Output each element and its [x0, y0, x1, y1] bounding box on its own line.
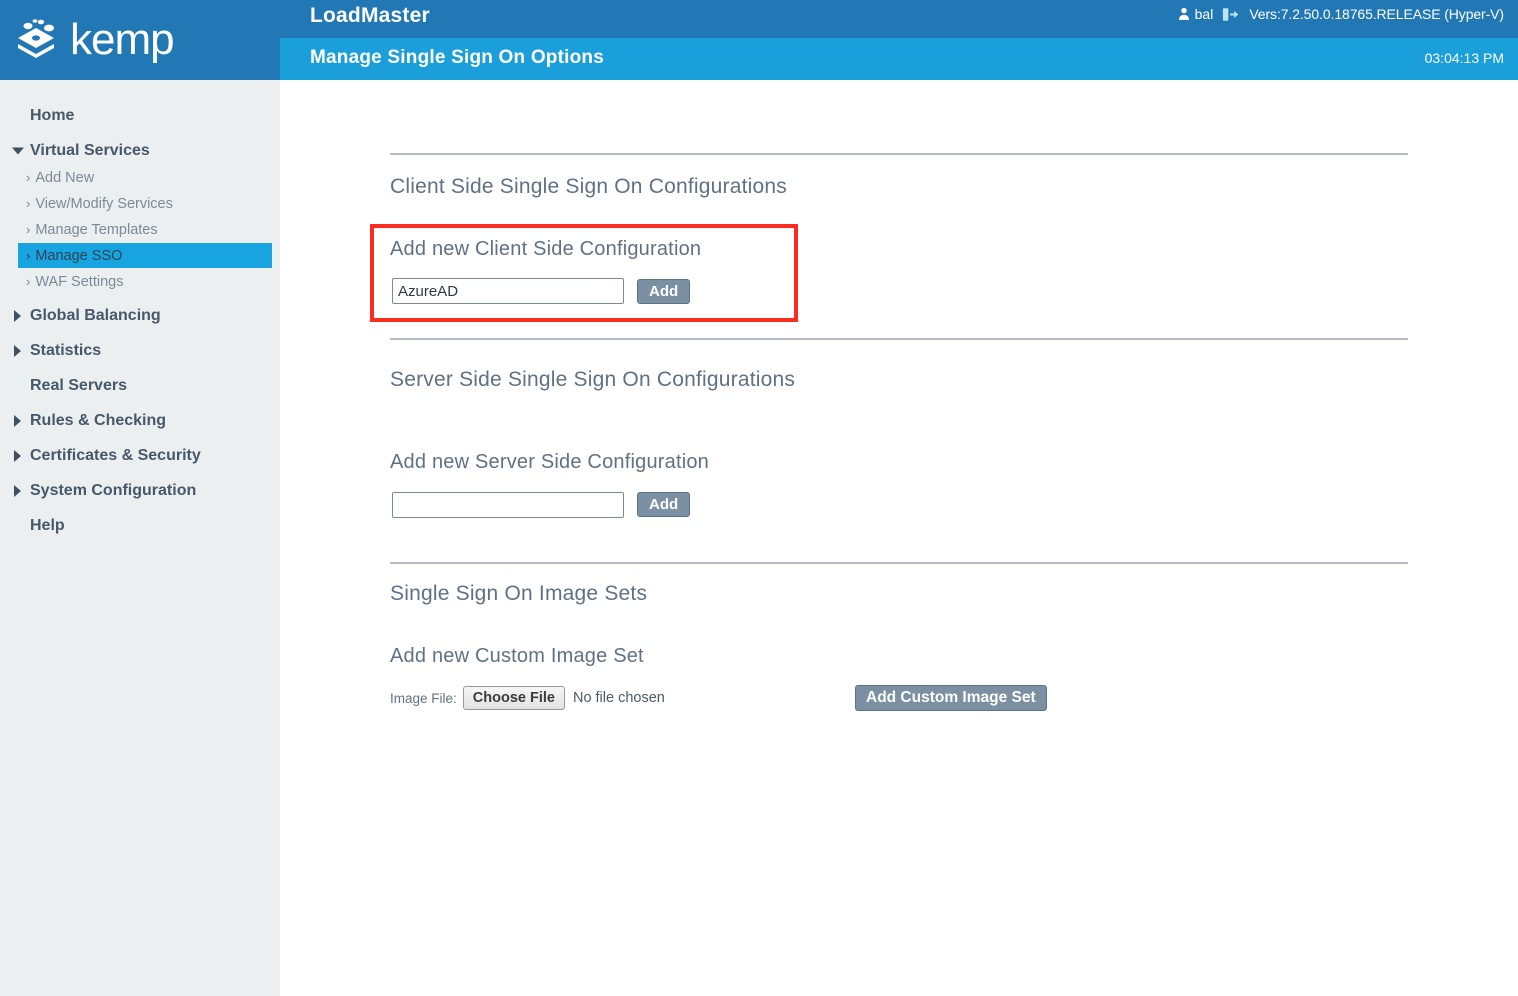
user-chip[interactable]: bal [1178, 6, 1214, 22]
chevron-right-icon [14, 415, 21, 427]
sidebar-item-label: Real Servers [30, 377, 127, 394]
sidebar-item-waf-settings[interactable]: › WAF Settings [0, 269, 280, 294]
clock-display: 03:04:13 PM [1424, 50, 1504, 66]
divider-bottom [390, 562, 1408, 564]
user-name: bal [1194, 6, 1214, 22]
sidebar-item-home[interactable]: Home [0, 103, 280, 129]
sidebar-item-virtual-services[interactable]: Virtual Services [0, 138, 280, 164]
sidebar-item-manage-sso[interactable]: › Manage SSO [18, 243, 272, 268]
sidebar-item-rules-and-checking[interactable]: Rules & Checking [0, 408, 280, 434]
sidebar-item-label: System Configuration [30, 482, 197, 499]
logout-icon[interactable] [1222, 7, 1240, 22]
sidebar-item-label: View/Modify Services [35, 195, 173, 212]
sidebar-item-label: Manage SSO [35, 247, 123, 264]
header-right-group: bal Vers:7.2.50.0.18765.RELEASE (Hyper-V… [1178, 6, 1504, 22]
chevron-right-icon [14, 345, 21, 357]
server-side-section-heading: Server Side Single Sign On Configuration… [390, 368, 796, 391]
page-title: Manage Single Sign On Options [310, 47, 604, 68]
no-file-chosen-text: No file chosen [572, 690, 665, 706]
choose-file-button[interactable]: Choose File [462, 686, 565, 710]
client-side-section-heading: Client Side Single Sign On Configuration… [390, 175, 787, 198]
chevron-right-icon: › [26, 274, 31, 289]
divider-top [390, 153, 1408, 155]
sidebar-item-label: Rules & Checking [30, 412, 167, 429]
image-file-picker-row: Image File: Choose File No file chosen [390, 686, 665, 710]
sidebar-item-global-balancing[interactable]: Global Balancing [0, 303, 280, 329]
chevron-right-icon: › [26, 196, 31, 211]
layers-stack-icon [8, 12, 64, 68]
sidebar-item-label: Help [30, 517, 65, 534]
sidebar-item-label: Statistics [30, 342, 102, 359]
chevron-down-icon [12, 147, 24, 155]
sidebar-item-view-modify-services[interactable]: › View/Modify Services [0, 191, 280, 216]
sidebar-item-label: Certificates & Security [30, 447, 201, 464]
page-subtitle-band: Manage Single Sign On Options 03:04:13 P… [280, 38, 1518, 80]
image-sets-section-heading: Single Sign On Image Sets [390, 582, 648, 605]
sidebar-item-statistics[interactable]: Statistics [0, 338, 280, 364]
add-custom-image-set-button[interactable]: Add Custom Image Set [855, 685, 1047, 711]
add-server-side-config-button[interactable]: Add [637, 492, 691, 517]
sidebar-item-label: Global Balancing [30, 307, 161, 324]
brand-logo-area[interactable]: kemp [0, 0, 280, 80]
sidebar-item-system-configuration[interactable]: System Configuration [0, 478, 280, 504]
chevron-right-icon: › [26, 248, 31, 263]
brand-name: kemp [70, 15, 175, 64]
add-client-side-config-button[interactable]: Add [637, 279, 691, 304]
chevron-right-icon: › [26, 170, 31, 185]
divider-middle [390, 338, 1408, 340]
main-content-area: Client Side Single Sign On Configuration… [280, 80, 1518, 996]
sidebar-item-label: Add New [35, 169, 95, 186]
sidebar-item-real-servers[interactable]: Real Servers [0, 373, 280, 399]
image-file-label: Image File: [390, 690, 457, 706]
chevron-right-icon [14, 450, 21, 462]
sidebar-item-help[interactable]: Help [0, 513, 280, 539]
top-header-bar: kemp LoadMaster bal Vers:7.2.50.0.18765.… [0, 0, 1518, 80]
sidebar-navigation: Home Virtual Services › Add New › View/M… [0, 80, 280, 996]
sidebar-item-manage-templates[interactable]: › Manage Templates [0, 217, 280, 242]
user-icon [1178, 7, 1190, 21]
app-title-band: LoadMaster bal Vers:7.2.50.0.18765.RELEA… [280, 0, 1518, 38]
sidebar-item-label: Virtual Services [30, 142, 150, 159]
add-client-side-config-heading: Add new Client Side Configuration [390, 238, 702, 260]
chevron-right-icon [14, 485, 21, 497]
version-text: Vers:7.2.50.0.18765.RELEASE (Hyper-V) [1249, 6, 1504, 22]
sidebar-item-certificates-and-security[interactable]: Certificates & Security [0, 443, 280, 469]
sidebar-item-add-new[interactable]: › Add New [0, 165, 280, 190]
app-title: LoadMaster [310, 4, 430, 27]
chevron-right-icon: › [26, 222, 31, 237]
server-side-config-name-input[interactable] [392, 492, 624, 518]
sidebar-item-label: Manage Templates [35, 221, 158, 238]
sidebar-item-label: WAF Settings [35, 273, 124, 290]
chevron-right-icon [14, 310, 21, 322]
add-server-side-config-heading: Add new Server Side Configuration [390, 451, 710, 473]
client-side-config-name-input[interactable] [392, 278, 624, 304]
add-custom-image-set-heading: Add new Custom Image Set [390, 645, 644, 667]
sidebar-item-label: Home [30, 107, 75, 124]
